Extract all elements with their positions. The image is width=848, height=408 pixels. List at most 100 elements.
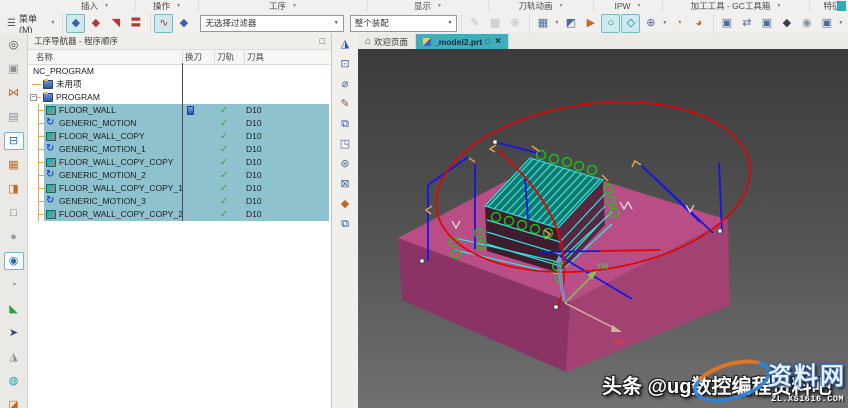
- window-single-icon[interactable]: ▣: [757, 14, 776, 33]
- delete-box-icon[interactable]: ⊠: [336, 177, 354, 193]
- generate-toolpath-icon[interactable]: ◮: [336, 37, 354, 53]
- ribbon-tab-7[interactable]: 加工工具 - GC工具箱 ▼: [663, 0, 810, 12]
- chevron-down-icon[interactable]: ▼: [776, 3, 781, 9]
- ribbon-tab-4[interactable]: 显示 ▼: [368, 0, 489, 12]
- sphere-icon[interactable]: ◕: [689, 14, 708, 33]
- column-toolpath[interactable]: 刀轨: [217, 51, 234, 63]
- snap-circle-icon[interactable]: ○: [601, 13, 621, 33]
- chevron-down-icon[interactable]: ▼: [559, 3, 564, 9]
- tree-row-nc_program[interactable]: NC_PROGRAM: [28, 65, 331, 78]
- curve-motion-icon[interactable]: ∿: [154, 13, 174, 33]
- tab-welcome[interactable]: ⌂ 欢迎页面: [358, 34, 417, 49]
- touch-select-icon[interactable]: ◮: [4, 348, 24, 366]
- home-icon: ⌂: [365, 36, 372, 47]
- chevron-down-icon[interactable]: ▼: [662, 20, 667, 26]
- orange-tool-icon[interactable]: ◪: [4, 396, 24, 408]
- chevron-down-icon[interactable]: ▼: [176, 3, 181, 9]
- window-cascade-icon[interactable]: ▣: [717, 14, 736, 33]
- tree-row-generic_motion_2[interactable]: ↻ GENERIC_MOTION_2 ✓ D10: [28, 169, 331, 182]
- operation-navigator-icon[interactable]: ⊟: [3, 132, 24, 150]
- assembly-navigator-icon[interactable]: ▣: [4, 60, 24, 78]
- ribbon-tab-1[interactable]: 插入 ▼: [55, 0, 136, 12]
- hand-pick-icon[interactable]: ▶: [581, 14, 600, 33]
- part-navigator-icon[interactable]: ▤: [4, 108, 24, 126]
- hide-eye-icon[interactable]: ⌀: [336, 77, 354, 93]
- color-palette-icon[interactable]: ◣: [4, 300, 24, 318]
- column-tool[interactable]: 刀具: [247, 51, 264, 63]
- view-window-group: ▣⇄▣◆◉▣▼◗▼◎▼●◉▤▼⊘: [713, 13, 848, 33]
- tree-row-floor_wall_copy[interactable]: FLOOR_WALL_COPY ✓ D10: [28, 130, 331, 143]
- chevron-down-icon[interactable]: ▼: [104, 3, 109, 9]
- selection-filter-select[interactable]: 无选择过滤器 ▼: [200, 14, 344, 32]
- measure-icon[interactable]: ◩: [561, 14, 580, 33]
- chevron-down-icon: ▼: [333, 20, 339, 26]
- tree-row-floor_wall[interactable]: FLOOR_WALL ✓ D10: [28, 104, 331, 117]
- chevron-down-icon[interactable]: ▼: [637, 3, 642, 9]
- ribbon-tab-5[interactable]: 刀轨动画 ▼: [489, 0, 594, 12]
- red-linear-move[interactable]: [599, 249, 661, 252]
- column-toolchange[interactable]: 换刀: [185, 51, 202, 63]
- snap-end-icon[interactable]: ✎: [465, 14, 484, 33]
- colored-object-icon[interactable]: ◆: [336, 197, 354, 213]
- teal-display-icon[interactable]: ◍: [4, 372, 24, 390]
- layout-icon[interactable]: ▣: [817, 14, 836, 33]
- chevron-down-icon[interactable]: ▼: [554, 20, 559, 26]
- tree-row-program[interactable]: − PROGRAM: [28, 91, 331, 104]
- history-clock-icon[interactable]: ◔: [4, 276, 24, 294]
- ribbon-tab-2[interactable]: 操作 ▼: [136, 0, 199, 12]
- snap-polygon-icon[interactable]: ◇: [621, 13, 641, 33]
- collapse-icon[interactable]: −: [30, 94, 37, 101]
- close-icon[interactable]: ×: [495, 36, 501, 47]
- scope-select[interactable]: 整个装配 ▼: [349, 14, 458, 32]
- datum-grid-icon[interactable]: ▦: [533, 14, 552, 33]
- tree-row-generic_motion_3[interactable]: ↻ GENERIC_MOTION_3 ✓ D10: [28, 195, 331, 208]
- web-browser-icon[interactable]: ◉: [3, 252, 24, 270]
- tree-row-generic_motion_1[interactable]: ↻ GENERIC_MOTION_1 ✓ D10: [28, 143, 331, 156]
- export-folder-icon[interactable]: ◳: [336, 137, 354, 153]
- tree-row-floor_wall_copy_copy_2[interactable]: FLOOR_WALL_COPY_COPY_2 ✓ D10: [28, 208, 331, 221]
- column-name[interactable]: 名称: [36, 51, 53, 63]
- tree-row-floor_wall_copy_copy_1[interactable]: FLOOR_WALL_COPY_COPY_1 ✓ D10: [28, 182, 331, 195]
- ribbon-tab-label: 加工工具 - GC工具箱: [690, 1, 771, 11]
- chevron-down-icon[interactable]: ▼: [838, 20, 843, 26]
- machining-feature-navigator-icon[interactable]: ▦: [4, 156, 24, 174]
- column-divider[interactable]: [182, 63, 183, 221]
- toolpath-ok-icon: ✓: [220, 170, 228, 181]
- wireframe-view-icon[interactable]: ◉: [797, 14, 816, 33]
- chevron-down-icon[interactable]: ▼: [292, 3, 297, 9]
- paintbrush-icon[interactable]: ✎: [336, 97, 354, 113]
- shaded-view-icon[interactable]: ◆: [777, 14, 796, 33]
- tree-row-floor_wall_copy_copy[interactable]: FLOOR_WALL_COPY_COPY ✓ D10: [28, 156, 331, 169]
- snap-quadrant-icon[interactable]: ⊕: [641, 14, 660, 33]
- tree-row-generic_motion[interactable]: ↻ GENERIC_MOTION ✓ D10: [28, 117, 331, 130]
- show-object-icon[interactable]: 〓: [126, 14, 145, 33]
- roller-gear-icon[interactable]: ◎: [4, 36, 24, 54]
- edit-object-icon[interactable]: ◆: [66, 13, 86, 33]
- delete-object-icon[interactable]: ◥: [106, 14, 125, 33]
- sphere-pair-icon[interactable]: ◔: [669, 14, 688, 33]
- constraint-navigator-icon[interactable]: ⋈: [4, 84, 24, 102]
- gear-stack-icon[interactable]: ⊛: [336, 157, 354, 173]
- ribbon-tab-3[interactable]: 工序 ▼: [199, 0, 368, 12]
- menu-button[interactable]: ☰ 菜单(M) ▼: [2, 14, 60, 35]
- copy-layers-icon[interactable]: ⧉: [336, 117, 354, 133]
- node-motion-icon[interactable]: ◆: [174, 14, 193, 33]
- snap-center-icon[interactable]: ⊕: [505, 14, 524, 33]
- tab-model2[interactable]: _model2.prt □ ×: [416, 34, 509, 49]
- transform-object-icon[interactable]: ◆: [86, 14, 105, 33]
- tool-library-icon[interactable]: ◨: [4, 180, 24, 198]
- chevron-down-icon[interactable]: ▼: [437, 3, 442, 9]
- sphere-preview-icon[interactable]: ●: [4, 228, 24, 246]
- solid-box-icon[interactable]: □: [4, 204, 24, 222]
- ribbon-tab-6[interactable]: IPW ▼: [594, 0, 663, 12]
- tree-row-未用项[interactable]: 未用项: [28, 78, 331, 91]
- fit-window-icon[interactable]: ⊡: [336, 57, 354, 73]
- select-cursor-icon[interactable]: ➤: [4, 324, 24, 342]
- paste-blue-icon[interactable]: ⧉: [336, 217, 354, 233]
- tool-name: D10: [246, 118, 262, 128]
- viewport-canvas[interactable]: YM XM 头条 @ug数控编程资料吧 资料网 ZL.XS1616.COM: [358, 49, 848, 408]
- snap-mid-icon[interactable]: ▩: [485, 14, 504, 33]
- undock-icon[interactable]: □: [320, 36, 325, 46]
- tree-connector: [39, 175, 45, 176]
- window-split-icon[interactable]: ⇄: [737, 14, 756, 33]
